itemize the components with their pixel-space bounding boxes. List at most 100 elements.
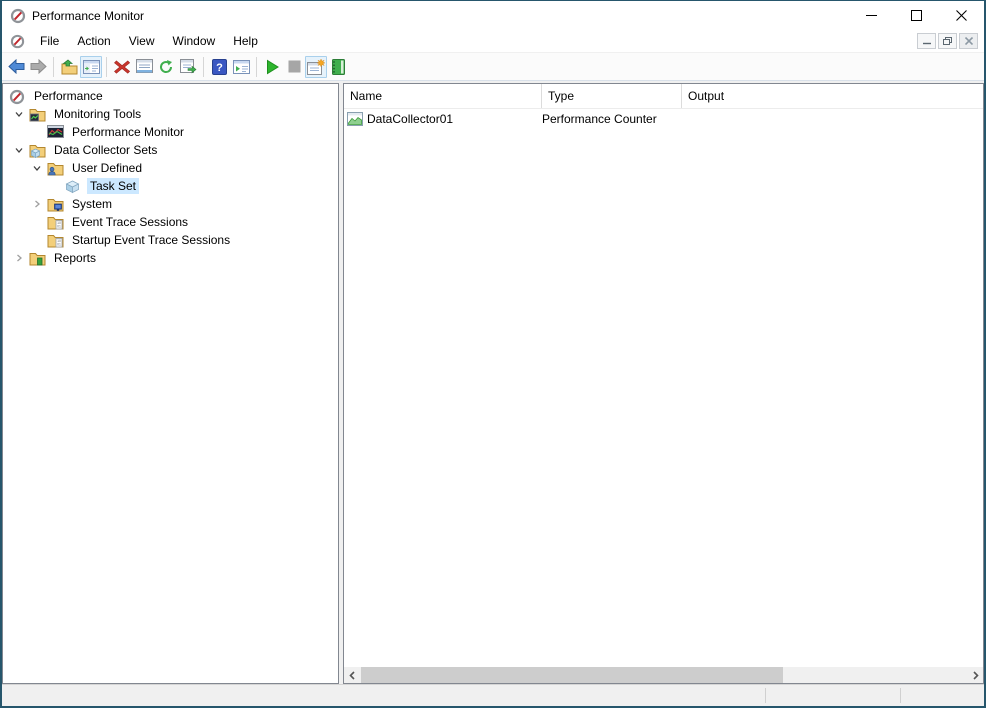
tree-item-label: Performance Monitor — [69, 124, 187, 140]
tree-item-label: Reports — [51, 250, 99, 266]
console-tree-pane: Performance Monitoring Tools — [2, 83, 339, 684]
help-button[interactable]: ? — [208, 56, 230, 78]
folder-user-icon — [47, 161, 64, 176]
svg-text:?: ? — [216, 62, 223, 74]
scroll-left-button[interactable] — [344, 667, 360, 683]
scrollbar-thumb[interactable] — [361, 667, 783, 683]
show-console-tree-button[interactable] — [80, 56, 102, 78]
cube-icon — [65, 179, 82, 194]
list-cell-type: Performance Counter — [542, 112, 682, 126]
menu-view[interactable]: View — [120, 31, 164, 51]
folder-monitoring-icon — [29, 107, 46, 122]
export-folder-icon — [61, 59, 78, 75]
properties-icon — [136, 59, 153, 74]
tree-item-system[interactable]: System — [3, 195, 338, 213]
status-bar-divider — [765, 688, 766, 703]
mdi-restore-button[interactable] — [938, 33, 957, 49]
mdi-close-button[interactable] — [959, 33, 978, 49]
close-button[interactable] — [939, 1, 984, 30]
view-latest-report-icon — [307, 59, 325, 75]
column-header-type[interactable]: Type — [542, 84, 682, 108]
tree-item-event-trace-sessions[interactable]: 10 01 Event Trace Sessions — [3, 213, 338, 231]
view-log-data-icon — [331, 59, 346, 75]
toolbar-separator — [203, 57, 204, 77]
stop-icon — [288, 60, 301, 73]
chevron-collapsed-icon[interactable] — [9, 250, 29, 266]
tree-item-startup-event-trace-sessions[interactable]: 10 01 Startup Event Trace Sessions — [3, 231, 338, 249]
status-bar — [2, 684, 984, 706]
stop-data-collector-button[interactable] — [283, 56, 305, 78]
svg-text:01: 01 — [57, 224, 61, 228]
chevron-empty — [27, 124, 47, 140]
tree-item-label: System — [69, 196, 115, 212]
menu-bar: File Action View Window Help — [2, 30, 984, 53]
show-console-tree-icon — [83, 60, 100, 74]
tree-item-label: Monitoring Tools — [51, 106, 144, 122]
chevron-expanded-icon[interactable] — [27, 160, 47, 176]
tree-item-label: Startup Event Trace Sessions — [69, 232, 233, 248]
chevron-expanded-icon[interactable] — [9, 142, 29, 158]
tree-item-performance[interactable]: Performance — [3, 87, 338, 105]
delete-button[interactable] — [111, 56, 133, 78]
data-collector-icon — [347, 112, 363, 126]
help-icon: ? — [212, 59, 227, 75]
chevron-empty — [27, 232, 47, 248]
tree-item-label: Performance — [31, 88, 106, 104]
folder-cube-icon — [29, 143, 46, 158]
export-folder-button[interactable] — [58, 56, 80, 78]
chevron-empty — [45, 178, 65, 194]
tree-item-user-defined[interactable]: User Defined — [3, 159, 338, 177]
list-header: Name Type Output — [344, 84, 983, 109]
refresh-button[interactable] — [155, 56, 177, 78]
menu-window[interactable]: Window — [164, 31, 225, 51]
tree-item-label: User Defined — [69, 160, 145, 176]
results-list-pane: Name Type Output DataCollector01 Perform — [343, 83, 984, 684]
start-icon — [265, 59, 280, 75]
maximize-button[interactable] — [894, 1, 939, 30]
perfmon-app-icon — [10, 8, 26, 24]
horizontal-scrollbar[interactable] — [344, 667, 983, 683]
forward-button[interactable] — [27, 56, 49, 78]
status-bar-divider — [900, 688, 901, 703]
window-title: Performance Monitor — [32, 9, 849, 23]
tree-item-reports[interactable]: Reports — [3, 249, 338, 267]
back-button[interactable] — [5, 56, 27, 78]
tree-item-data-collector-sets[interactable]: Data Collector Sets — [3, 141, 338, 159]
scroll-right-button[interactable] — [967, 667, 983, 683]
tree-item-task-set[interactable]: Task Set — [3, 177, 338, 195]
tree-item-monitoring-tools[interactable]: Monitoring Tools — [3, 105, 338, 123]
folder-trace-icon: 10 01 — [47, 233, 64, 248]
tree-item-label: Data Collector Sets — [51, 142, 160, 158]
tree-item-label: Task Set — [87, 178, 139, 194]
column-header-name[interactable]: Name — [344, 84, 542, 108]
folder-trace-icon: 10 01 — [47, 215, 64, 230]
start-data-collector-button[interactable] — [261, 56, 283, 78]
chevron-expanded-icon[interactable] — [9, 106, 29, 122]
toolbar-separator — [53, 57, 54, 77]
menu-action[interactable]: Action — [68, 31, 119, 51]
column-header-output[interactable]: Output — [682, 84, 983, 108]
tree-item-performance-monitor[interactable]: Performance Monitor — [3, 123, 338, 141]
scrollbar-track[interactable] — [360, 667, 967, 683]
show-action-pane-button[interactable] — [230, 56, 252, 78]
export-list-button[interactable] — [177, 56, 199, 78]
tree-item-label: Event Trace Sessions — [69, 214, 191, 230]
view-log-data-button[interactable] — [327, 56, 349, 78]
main-area: Performance Monitoring Tools — [2, 81, 984, 684]
view-latest-report-button[interactable] — [305, 56, 327, 78]
list-cell-name: DataCollector01 — [367, 112, 453, 126]
toolbar-separator — [106, 57, 107, 77]
minimize-button[interactable] — [849, 1, 894, 30]
svg-text:01: 01 — [57, 242, 61, 246]
toolbar-separator — [256, 57, 257, 77]
list-row-datacollector01[interactable]: DataCollector01 Performance Counter — [344, 109, 983, 129]
chevron-empty — [27, 214, 47, 230]
menu-help[interactable]: Help — [224, 31, 267, 51]
perfmon-menu-icon — [10, 34, 25, 49]
mdi-minimize-button[interactable] — [917, 33, 936, 49]
performance-chart-icon — [47, 125, 64, 140]
properties-button[interactable] — [133, 56, 155, 78]
refresh-icon — [158, 59, 174, 75]
menu-file[interactable]: File — [31, 31, 68, 51]
chevron-collapsed-icon[interactable] — [27, 196, 47, 212]
